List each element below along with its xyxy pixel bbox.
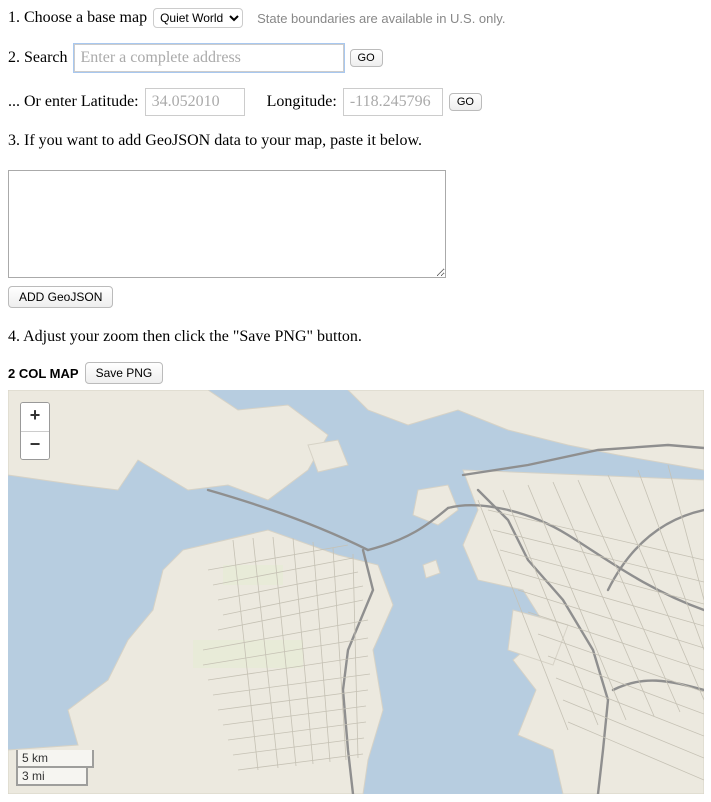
- map-title: 2 COL MAP: [8, 366, 79, 381]
- step-2-label: 2. Search: [8, 49, 68, 67]
- step-1-note: State boundaries are available in U.S. o…: [257, 11, 505, 26]
- map-svg: [8, 390, 704, 794]
- step-4-row: 4. Adjust your zoom then click the "Save…: [8, 328, 703, 346]
- longitude-label: Longitude:: [267, 93, 337, 111]
- map-header: 2 COL MAP Save PNG: [8, 362, 703, 384]
- save-png-button[interactable]: Save PNG: [85, 362, 164, 384]
- step-3-block: 3. If you want to add GeoJSON data to yo…: [8, 132, 703, 308]
- search-input[interactable]: [74, 44, 344, 72]
- scale-mi: 3 mi: [16, 768, 88, 786]
- latlng-row: ... Or enter Latitude: Longitude: GO: [8, 88, 703, 116]
- step-1-row: 1. Choose a base map Quiet World State b…: [8, 8, 703, 28]
- zoom-in-button[interactable]: +: [21, 403, 49, 431]
- step-3-label: 3. If you want to add GeoJSON data to yo…: [8, 132, 422, 149]
- basemap-select[interactable]: Quiet World: [153, 8, 243, 28]
- search-go-button[interactable]: GO: [350, 49, 383, 67]
- zoom-out-button[interactable]: −: [21, 431, 49, 459]
- map[interactable]: + − 5 km 3 mi: [8, 390, 704, 794]
- scale-km: 5 km: [16, 750, 94, 768]
- scale-control: 5 km 3 mi: [16, 750, 94, 786]
- longitude-input[interactable]: [343, 88, 443, 116]
- step-2-row: 2. Search GO: [8, 44, 703, 72]
- add-geojson-button[interactable]: ADD GeoJSON: [8, 286, 113, 308]
- latlng-go-button[interactable]: GO: [449, 93, 482, 111]
- geojson-textarea[interactable]: [8, 170, 446, 278]
- zoom-control: + −: [20, 402, 50, 460]
- latitude-input[interactable]: [145, 88, 245, 116]
- step-4-label: 4. Adjust your zoom then click the "Save…: [8, 328, 362, 345]
- latitude-label: ... Or enter Latitude:: [8, 93, 139, 111]
- step-1-label: 1. Choose a base map: [8, 9, 147, 27]
